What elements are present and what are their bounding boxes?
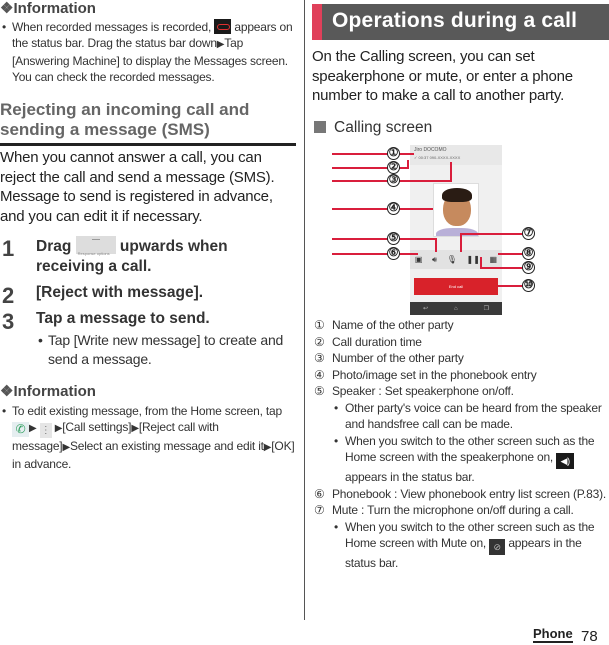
legend-subitem: When you switch to the other screen such…: [312, 433, 609, 486]
diamond-icon: ❖: [0, 0, 14, 17]
step-text: [Reject with message].: [36, 284, 204, 301]
figure-legend: ① Name of the other party ② Call duration …: [312, 317, 609, 572]
diamond-icon: ❖: [0, 383, 14, 400]
callout-9: ⑨: [522, 261, 535, 274]
column-divider: [304, 0, 305, 620]
call-status: ✓ 00:37 090-XXXX-XXXX: [414, 155, 461, 160]
step-3: 3 Tap a message to send. Tap [Write new …: [0, 309, 296, 369]
section-name: Phone: [533, 626, 573, 643]
callout-8: ⑧: [522, 247, 535, 260]
right-column: Operations during a call On the Calling …: [312, 0, 609, 137]
speaker-icon[interactable]: 🔊︎: [432, 255, 437, 265]
callout-10: ⑩: [522, 279, 535, 292]
recent-apps-icon[interactable]: ❐: [484, 305, 489, 312]
mute-status-icon: ⊘: [489, 539, 506, 555]
legend-item: ④ Photo/image set in the phonebook entry: [314, 367, 537, 382]
callout-6: ⑥: [387, 247, 400, 260]
info-bullet-2: To edit existing message, from the Home …: [0, 403, 296, 472]
back-icon[interactable]: ↩: [423, 305, 428, 312]
banner-accent: [312, 4, 322, 40]
mute-icon[interactable]: 🎙︎: [447, 255, 457, 264]
callout-4: ④: [387, 202, 400, 215]
operations-intro: On the Calling screen, you can set speak…: [312, 48, 573, 104]
caller-info-bar: Jiro DOCOMO ✓ 00:37 090-XXXX-XXXX: [410, 145, 502, 165]
phone-screen: Jiro DOCOMO ✓ 00:37 090-XXXX-XXXX ▣ 🔊︎ 🎙…: [410, 145, 502, 315]
step-text: Drag Response options upwards when recei…: [36, 236, 228, 275]
legend-subitem: Other party's voice can be heard from th…: [312, 400, 609, 433]
section-intro: When you cannot answer a call, you can r…: [0, 149, 275, 225]
left-column: ❖Information When recorded messages is r…: [0, 0, 296, 472]
contact-photo: [433, 183, 479, 237]
step-text: Tap a message to send.: [36, 310, 210, 327]
step-2: 2 [Reject with message].: [0, 283, 296, 308]
home-icon[interactable]: ⌂: [454, 306, 458, 312]
legend-item: ⑥ Phonebook : View phonebook entry list s…: [314, 486, 607, 501]
page-footer: Phone 78: [533, 626, 598, 645]
legend-subitem: When you switch to the other screen such…: [312, 519, 609, 572]
callout-2: ②: [387, 161, 400, 174]
square-bullet-icon: [314, 120, 326, 133]
hold-icon[interactable]: ❚❚: [467, 255, 480, 264]
navigation-bar: ↩ ⌂ ❐: [410, 302, 502, 315]
caller-name: Jiro DOCOMO: [414, 147, 447, 153]
dialpad-icon[interactable]: ▦: [490, 255, 498, 264]
step-bullet: Tap [Write new message] to create and se…: [36, 331, 296, 369]
callout-3: ③: [387, 174, 400, 187]
callout-5: ⑤: [387, 232, 400, 245]
callout-1: ①: [387, 147, 400, 160]
speakerphone-status-icon: ◀): [556, 453, 575, 469]
end-call-button[interactable]: End call: [414, 278, 498, 295]
section-title: Rejecting an incoming call and sending a…: [0, 100, 296, 146]
calling-screen-figure: Jiro DOCOMO ✓ 00:37 090-XXXX-XXXX ▣ 🔊︎ 🎙…: [312, 140, 609, 320]
info-heading-1: ❖Information: [0, 0, 96, 17]
legend-item: ③ Number of the other party: [314, 351, 464, 365]
legend-item: ② Call duration time: [314, 334, 422, 349]
response-options-handle-icon: Response options: [75, 236, 116, 256]
legend-item: ⑤ Speaker : Set speakerphone on/off.: [314, 384, 514, 398]
voicemail-icon: [214, 19, 232, 34]
info-bullet-1: When recorded messages is recorded, appe…: [0, 19, 296, 85]
subheading: Calling screen: [312, 119, 609, 137]
step-number: 3: [2, 309, 15, 334]
page-number: 78: [581, 628, 598, 645]
phone-app-icon: ✆: [12, 422, 29, 437]
legend-item: ① Name of the other party: [314, 318, 454, 332]
info-heading-2: ❖Information: [0, 383, 96, 400]
step-number: 2: [2, 283, 15, 308]
section-banner: Operations during a call: [312, 4, 609, 40]
step-number: 1: [2, 236, 15, 261]
step-1: 1 Drag Response options upwards when rec…: [0, 236, 296, 277]
phonebook-icon[interactable]: ▣: [415, 255, 423, 264]
menu-icon: ⋮: [39, 423, 52, 438]
banner-title: Operations during a call: [332, 9, 578, 32]
legend-item: ⑦ Mute : Turn the microphone on/off durin…: [314, 503, 574, 517]
callout-7: ⑦: [522, 227, 535, 240]
